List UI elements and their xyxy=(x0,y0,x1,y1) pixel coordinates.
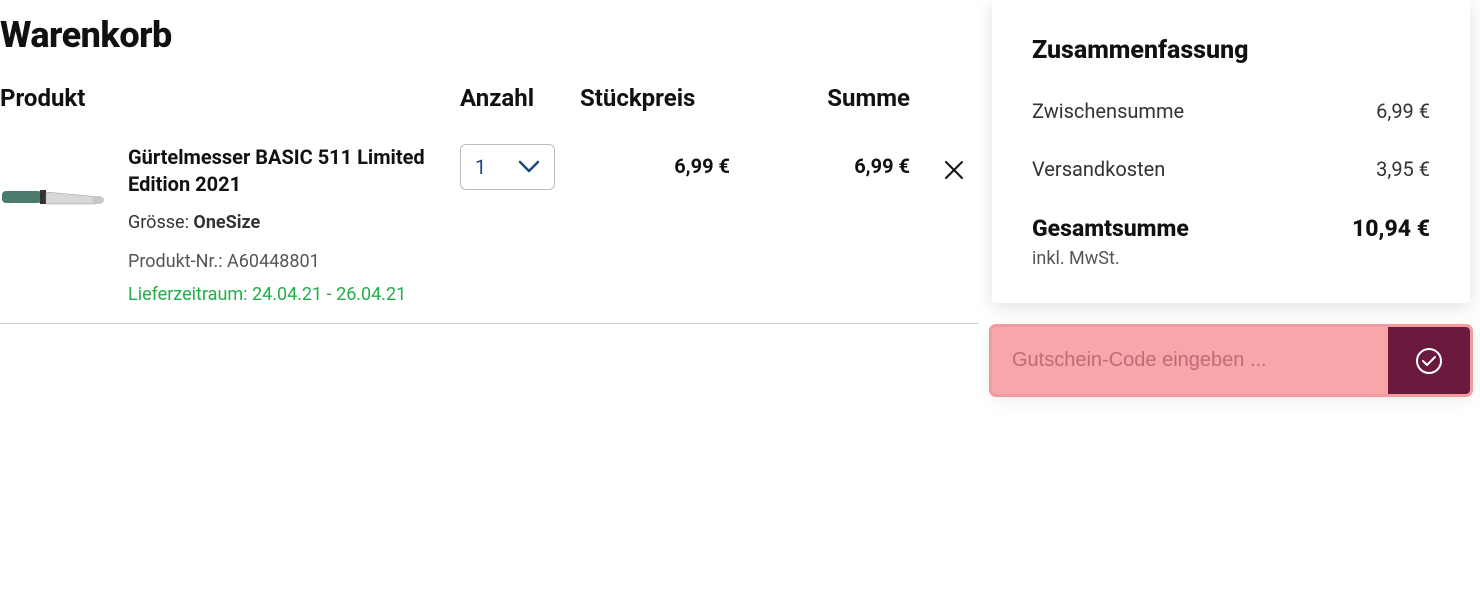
close-icon xyxy=(942,158,966,182)
sku-label: Produkt-Nr.: xyxy=(128,251,223,272)
coupon-input[interactable] xyxy=(992,327,1388,394)
chevron-down-icon xyxy=(518,160,540,174)
cart-main: Warenkorb Produkt Anzahl Stückpreis Summ… xyxy=(0,0,988,596)
product-delivery: Lieferzeitraum: 24.04.21 - 26.04.21 xyxy=(128,284,460,305)
unit-price: 6,99 € xyxy=(580,144,750,178)
product-cell: Gürtelmesser BASIC 511 Limited Edition 2… xyxy=(0,144,460,305)
page-title: Warenkorb xyxy=(0,14,978,56)
total-value: 10,94 € xyxy=(1352,215,1430,242)
knife-icon xyxy=(0,177,110,217)
coupon-section xyxy=(992,327,1470,394)
row-sum: 6,99 € xyxy=(750,144,920,178)
tax-note: inkl. MwSt. xyxy=(1032,248,1430,269)
shipping-label: Versandkosten xyxy=(1032,157,1165,181)
summary-shipping: Versandkosten 3,95 € xyxy=(1032,157,1430,181)
apply-coupon-button[interactable] xyxy=(1388,327,1470,394)
product-name: Gürtelmesser BASIC 511 Limited Edition 2… xyxy=(128,144,460,198)
qty-value: 1 xyxy=(475,155,486,179)
check-circle-icon xyxy=(1414,346,1444,376)
product-image xyxy=(0,162,110,232)
header-qty: Anzahl xyxy=(460,84,580,112)
summary-subtotal: Zwischensumme 6,99 € xyxy=(1032,99,1430,123)
cart-header-row: Produkt Anzahl Stückpreis Summe xyxy=(0,84,978,130)
header-product: Produkt xyxy=(0,84,460,112)
cart-row: Gürtelmesser BASIC 511 Limited Edition 2… xyxy=(0,130,978,324)
subtotal-value: 6,99 € xyxy=(1376,99,1430,123)
header-unit-price: Stückpreis xyxy=(580,84,750,112)
size-value: OneSize xyxy=(193,212,260,233)
product-sku: Produkt-Nr.: A60448801 xyxy=(128,251,460,272)
qty-cell: 1 xyxy=(460,144,580,190)
shipping-value: 3,95 € xyxy=(1376,157,1430,181)
sidebar: Zusammenfassung Zwischensumme 6,99 € Ver… xyxy=(988,0,1480,596)
size-label: Grösse: xyxy=(128,212,189,233)
header-sum: Summe xyxy=(750,84,920,112)
subtotal-label: Zwischensumme xyxy=(1032,99,1184,123)
summary-total: Gesamtsumme 10,94 € xyxy=(1032,215,1430,242)
summary-card: Zusammenfassung Zwischensumme 6,99 € Ver… xyxy=(992,0,1470,303)
summary-title: Zusammenfassung xyxy=(1032,36,1430,65)
product-info: Gürtelmesser BASIC 511 Limited Edition 2… xyxy=(128,144,460,305)
qty-select[interactable]: 1 xyxy=(460,144,555,190)
total-label: Gesamtsumme xyxy=(1032,215,1189,242)
product-size: Grösse: OneSize xyxy=(128,212,460,233)
remove-item-button[interactable] xyxy=(938,154,970,189)
sku-value: A60448801 xyxy=(227,251,320,272)
